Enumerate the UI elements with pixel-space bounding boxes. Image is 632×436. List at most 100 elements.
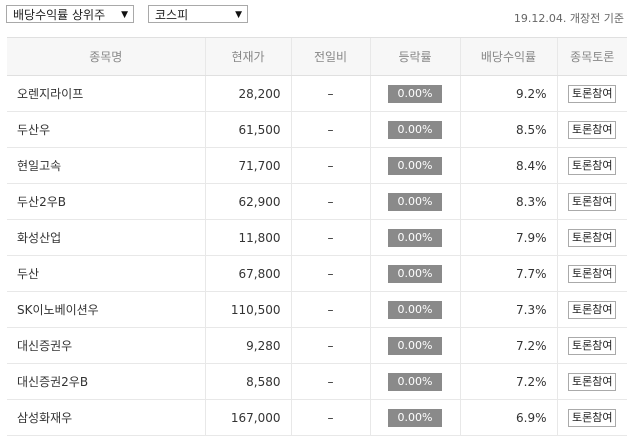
category-select[interactable]: 배당수익률 상위주 ▼: [6, 5, 134, 23]
forum-cell: 토론참여: [556, 291, 627, 328]
table-row: 두산우 61,500–0.00% 8.5% 토론참여: [7, 111, 627, 148]
table-row: 두산 67,800–0.00% 7.7% 토론참여: [7, 255, 627, 292]
dividend-yield: 8.3%: [459, 183, 557, 220]
join-discussion-button[interactable]: 토론참여: [568, 336, 617, 355]
forum-cell: 토론참여: [556, 327, 627, 364]
table-row: SK이노베이션우 110,500–0.00% 7.3% 토론참여: [7, 291, 627, 328]
change-rate-cell: 0.00%: [369, 183, 460, 220]
table-row: 두산2우B 62,900–0.00% 8.3% 토론참여: [7, 183, 627, 220]
day-change: –: [290, 255, 370, 292]
stock-name-link[interactable]: SK이노베이션우: [7, 291, 205, 328]
join-discussion-button[interactable]: 토론참여: [568, 192, 617, 211]
day-change: –: [290, 219, 370, 256]
stock-name-link[interactable]: 오렌지라이프: [7, 75, 205, 112]
change-rate-badge: 0.00%: [388, 120, 442, 139]
dividend-yield: 8.4%: [459, 147, 557, 184]
dividend-yield: 6.9%: [459, 399, 557, 436]
change-rate-badge: 0.00%: [388, 336, 442, 355]
join-discussion-button[interactable]: 토론참여: [568, 120, 617, 139]
table-header-row: 종목명 현재가 전일비 등락률 배당수익률 종목토론: [7, 37, 627, 76]
forum-cell: 토론참여: [556, 111, 627, 148]
join-discussion-button[interactable]: 토론참여: [568, 228, 617, 247]
table-row: 대신증권2우B 8,580–0.00% 7.2% 토론참여: [7, 363, 627, 400]
dividend-yield: 7.2%: [459, 363, 557, 400]
table-row: 오렌지라이프 28,200–0.00% 9.2% 토론참여: [7, 75, 627, 112]
forum-cell: 토론참여: [556, 183, 627, 220]
current-price: 61,500: [204, 111, 291, 148]
join-discussion-button[interactable]: 토론참여: [568, 300, 617, 319]
join-discussion-button[interactable]: 토론참여: [568, 264, 617, 283]
current-price: 71,700: [204, 147, 291, 184]
change-rate-cell: 0.00%: [369, 291, 460, 328]
current-price: 28,200: [204, 75, 291, 112]
change-rate-badge: 0.00%: [388, 156, 442, 175]
header-forum: 종목토론: [556, 37, 627, 76]
stock-name-link[interactable]: 두산우: [7, 111, 205, 148]
current-price: 8,580: [204, 363, 291, 400]
change-rate-cell: 0.00%: [369, 327, 460, 364]
dividend-yield: 7.7%: [459, 255, 557, 292]
dividend-table: 종목명 현재가 전일비 등락률 배당수익률 종목토론 오렌지라이프 28,200–…: [7, 37, 627, 436]
change-rate-cell: 0.00%: [369, 399, 460, 436]
current-price: 11,800: [204, 219, 291, 256]
day-change: –: [290, 111, 370, 148]
change-rate-cell: 0.00%: [369, 75, 460, 112]
table-row: 대신증권우 9,280–0.00% 7.2% 토론참여: [7, 327, 627, 364]
day-change: –: [290, 291, 370, 328]
change-rate-badge: 0.00%: [388, 192, 442, 211]
join-discussion-button[interactable]: 토론참여: [568, 408, 617, 427]
day-change: –: [290, 183, 370, 220]
change-rate-cell: 0.00%: [369, 111, 460, 148]
forum-cell: 토론참여: [556, 255, 627, 292]
forum-cell: 토론참여: [556, 399, 627, 436]
join-discussion-button[interactable]: 토론참여: [568, 156, 617, 175]
dividend-yield: 7.9%: [459, 219, 557, 256]
header-rate: 등락률: [369, 37, 460, 76]
join-discussion-button[interactable]: 토론참여: [568, 372, 617, 391]
table-row: 화성산업 11,800–0.00% 7.9% 토론참여: [7, 219, 627, 256]
header-price: 현재가: [204, 37, 291, 76]
header-diff: 전일비: [290, 37, 370, 76]
current-price: 167,000: [204, 399, 291, 436]
change-rate-badge: 0.00%: [388, 84, 442, 103]
change-rate-cell: 0.00%: [369, 147, 460, 184]
forum-cell: 토론참여: [556, 147, 627, 184]
day-change: –: [290, 75, 370, 112]
day-change: –: [290, 363, 370, 400]
current-price: 67,800: [204, 255, 291, 292]
join-discussion-button[interactable]: 토론참여: [568, 84, 617, 103]
day-change: –: [290, 147, 370, 184]
dividend-yield: 9.2%: [459, 75, 557, 112]
dividend-yield: 7.2%: [459, 327, 557, 364]
stock-name-link[interactable]: 대신증권우: [7, 327, 205, 364]
current-price: 62,900: [204, 183, 291, 220]
current-price: 9,280: [204, 327, 291, 364]
change-rate-badge: 0.00%: [388, 372, 442, 391]
basis-date: 19.12.04. 개장전 기준: [513, 12, 624, 25]
header-name: 종목명: [7, 37, 205, 76]
header-yield: 배당수익률: [459, 37, 557, 76]
stock-name-link[interactable]: 현일고속: [7, 147, 205, 184]
dividend-yield: 7.3%: [459, 291, 557, 328]
change-rate-badge: 0.00%: [388, 300, 442, 319]
category-select-value: 배당수익률 상위주: [13, 8, 106, 22]
forum-cell: 토론참여: [556, 75, 627, 112]
filter-bar: 배당수익률 상위주 ▼ 코스피 ▼ 19.12.04. 개장전 기준: [0, 0, 632, 34]
day-change: –: [290, 399, 370, 436]
forum-cell: 토론참여: [556, 219, 627, 256]
forum-cell: 토론참여: [556, 363, 627, 400]
stock-name-link[interactable]: 두산: [7, 255, 205, 292]
change-rate-cell: 0.00%: [369, 219, 460, 256]
change-rate-badge: 0.00%: [388, 408, 442, 427]
table-row: 현일고속 71,700–0.00% 8.4% 토론참여: [7, 147, 627, 184]
market-select[interactable]: 코스피 ▼: [148, 5, 248, 23]
change-rate-badge: 0.00%: [388, 228, 442, 247]
dividend-yield: 8.5%: [459, 111, 557, 148]
change-rate-cell: 0.00%: [369, 363, 460, 400]
stock-name-link[interactable]: 화성산업: [7, 219, 205, 256]
stock-name-link[interactable]: 두산2우B: [7, 183, 205, 220]
stock-name-link[interactable]: 삼성화재우: [7, 399, 205, 436]
chevron-down-icon: ▼: [121, 10, 128, 20]
table-row: 삼성화재우 167,000–0.00% 6.9% 토론참여: [7, 399, 627, 436]
stock-name-link[interactable]: 대신증권2우B: [7, 363, 205, 400]
